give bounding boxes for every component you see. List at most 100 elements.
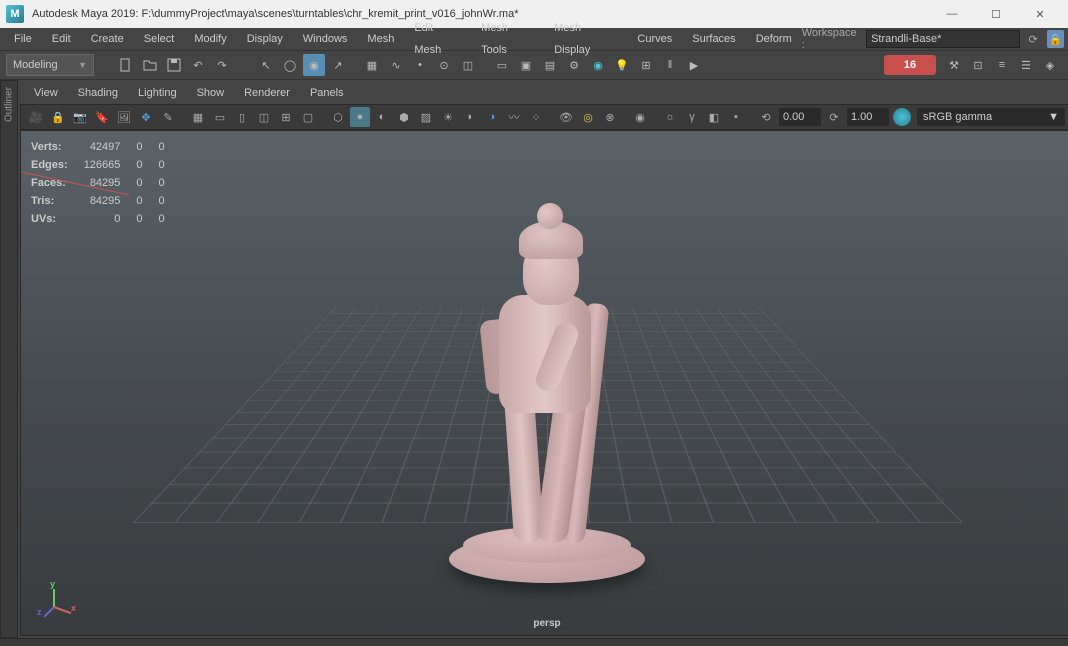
grid-icon[interactable]: ▦	[188, 107, 208, 127]
hypershade-icon[interactable]: ◉	[587, 54, 609, 76]
workspace-area: Outliner KS Node Outliner View Shading L…	[0, 80, 1068, 638]
panel-menu-shading[interactable]: Shading	[68, 87, 128, 99]
gate-mask-icon[interactable]: ◫	[254, 107, 274, 127]
menu-select[interactable]: Select	[134, 28, 185, 50]
open-scene-icon[interactable]	[139, 54, 161, 76]
isolate-select-icon[interactable]: 👁	[556, 107, 576, 127]
undo-icon[interactable]: ↶	[187, 54, 209, 76]
modeling-toolkit-icon[interactable]: ⊡	[968, 55, 988, 75]
safe-action-icon[interactable]: ▢	[298, 107, 318, 127]
workspace-dropdown[interactable]: Strandli-Base*	[866, 30, 1020, 48]
wireframe-on-shaded-icon[interactable]: ⬢	[394, 107, 414, 127]
camera-attributes-icon[interactable]: 📷	[70, 107, 90, 127]
resolution-gate-icon[interactable]: ▯	[232, 107, 252, 127]
menu-display[interactable]: Display	[237, 28, 293, 50]
panel-menu-lighting[interactable]: Lighting	[128, 87, 187, 99]
2d-pan-icon[interactable]: ✥	[136, 107, 156, 127]
panel-menu-panels[interactable]: Panels	[300, 87, 354, 99]
3d-viewport[interactable]: Verts:4249700 Edges:12666500 Faces:84295…	[20, 130, 1068, 636]
paint-select-icon[interactable]: ◉	[303, 54, 325, 76]
exposure-reset-icon[interactable]: ⟲	[756, 107, 776, 127]
toggle-panel-icon[interactable]: ⊞	[635, 54, 657, 76]
select-tool-icon[interactable]: ↖	[255, 54, 277, 76]
menu-edit[interactable]: Edit	[42, 28, 81, 50]
xray-joints-icon[interactable]: ⊗	[600, 107, 620, 127]
gamma-icon[interactable]: γ	[682, 107, 702, 127]
minimize-button[interactable]: —	[930, 0, 974, 28]
menu-surfaces[interactable]: Surfaces	[682, 28, 745, 50]
channel-box-icon[interactable]: ◈	[1040, 55, 1060, 75]
render-view-icon[interactable]: ▭	[491, 54, 513, 76]
panel-menu-renderer[interactable]: Renderer	[234, 87, 300, 99]
use-all-lights-icon[interactable]: ☀	[438, 107, 458, 127]
lasso-tool-icon[interactable]: ◯	[279, 54, 301, 76]
new-scene-icon[interactable]	[115, 54, 137, 76]
ambient-occlusion-icon[interactable]: ◑	[482, 107, 502, 127]
save-scene-icon[interactable]	[163, 54, 185, 76]
workspace-reset-icon[interactable]: ⟳	[1024, 29, 1043, 49]
character-model[interactable]	[437, 163, 657, 583]
chevron-down-icon: ▼	[1048, 111, 1059, 123]
redo-icon[interactable]: ↷	[211, 54, 233, 76]
lock-camera-icon[interactable]: 🔒	[48, 107, 68, 127]
xray-icon[interactable]: ◎	[578, 107, 598, 127]
panel-menu-view[interactable]: View	[24, 87, 68, 99]
gamma-value[interactable]: 1.00	[847, 108, 889, 126]
image-plane-icon[interactable]: 🖼	[114, 107, 134, 127]
render-frame-icon[interactable]: ▣	[515, 54, 537, 76]
attribute-editor-icon[interactable]: ≡	[992, 55, 1012, 75]
view-transform-icon[interactable]: ◧	[704, 107, 724, 127]
textured-icon[interactable]: ▨	[416, 107, 436, 127]
chevron-down-icon: ▼	[78, 60, 87, 70]
app-logo-icon: M	[6, 5, 24, 23]
film-gate-icon[interactable]: ▭	[210, 107, 230, 127]
menu-create[interactable]: Create	[81, 28, 134, 50]
field-chart-icon[interactable]: ⊞	[276, 107, 296, 127]
select-camera-icon[interactable]: 🎥	[26, 107, 46, 127]
smooth-shade-icon[interactable]: ●	[350, 107, 370, 127]
menu-curves[interactable]: Curves	[627, 28, 682, 50]
exposure-icon[interactable]: ☼	[660, 107, 680, 127]
menu-deform[interactable]: Deform	[746, 28, 802, 50]
use-default-material-icon[interactable]: ◐	[372, 107, 392, 127]
grease-pencil-icon[interactable]: ✎	[158, 107, 178, 127]
wireframe-icon[interactable]: ⬡	[328, 107, 348, 127]
panel-menu-show[interactable]: Show	[187, 87, 235, 99]
close-button[interactable]: ✕	[1018, 0, 1062, 28]
light-editor-icon[interactable]: 💡	[611, 54, 633, 76]
menu-mesh[interactable]: Mesh	[357, 28, 404, 50]
tool-settings-icon[interactable]: ☰	[1016, 55, 1036, 75]
menu-windows[interactable]: Windows	[293, 28, 358, 50]
move-tool-icon[interactable]: ↗	[327, 54, 349, 76]
color-swatch-icon[interactable]	[893, 108, 911, 126]
shadows-icon[interactable]: ◗	[460, 107, 480, 127]
snap-view-icon[interactable]: ◫	[457, 54, 479, 76]
background-color-icon[interactable]: ▪	[726, 107, 746, 127]
hud-row-tris: Tris:8429500	[31, 193, 181, 209]
snap-center-icon[interactable]: ⊙	[433, 54, 455, 76]
workspace-value: Strandli-Base*	[871, 31, 941, 47]
lock-icon[interactable]: 🔒	[1047, 30, 1064, 48]
gamma-reset-icon[interactable]: ⟳	[824, 107, 844, 127]
snap-grid-icon[interactable]: ▦	[361, 54, 383, 76]
menu-modify[interactable]: Modify	[184, 28, 236, 50]
render-settings-icon[interactable]: ⚙	[563, 54, 585, 76]
bookmark-icon[interactable]: 🔖	[92, 107, 112, 127]
menu-set-dropdown[interactable]: Modeling ▼	[6, 54, 94, 76]
ipr-render-icon[interactable]: ▤	[539, 54, 561, 76]
exposure-value[interactable]: 0.00	[779, 108, 821, 126]
menu-file[interactable]: File	[4, 28, 42, 50]
colorspace-dropdown[interactable]: sRGB gamma ▼	[917, 108, 1065, 126]
outliner-tab[interactable]: Outliner	[0, 80, 18, 638]
motion-blur-icon[interactable]: 〰	[504, 107, 524, 127]
snap-curve-icon[interactable]: ∿	[385, 54, 407, 76]
toolbox-icon[interactable]: ⚒	[944, 55, 964, 75]
multisample-icon[interactable]: ⁘	[526, 107, 546, 127]
depth-of-field-icon[interactable]: ◉	[630, 107, 650, 127]
maximize-button[interactable]: ☐	[974, 0, 1018, 28]
hud-row-verts: Verts:4249700	[31, 139, 181, 155]
play-icon[interactable]: ▶	[683, 54, 705, 76]
snap-point-icon[interactable]: •	[409, 54, 431, 76]
pause-icon[interactable]: ‖	[659, 54, 681, 76]
menu-set-value: Modeling	[13, 59, 58, 71]
